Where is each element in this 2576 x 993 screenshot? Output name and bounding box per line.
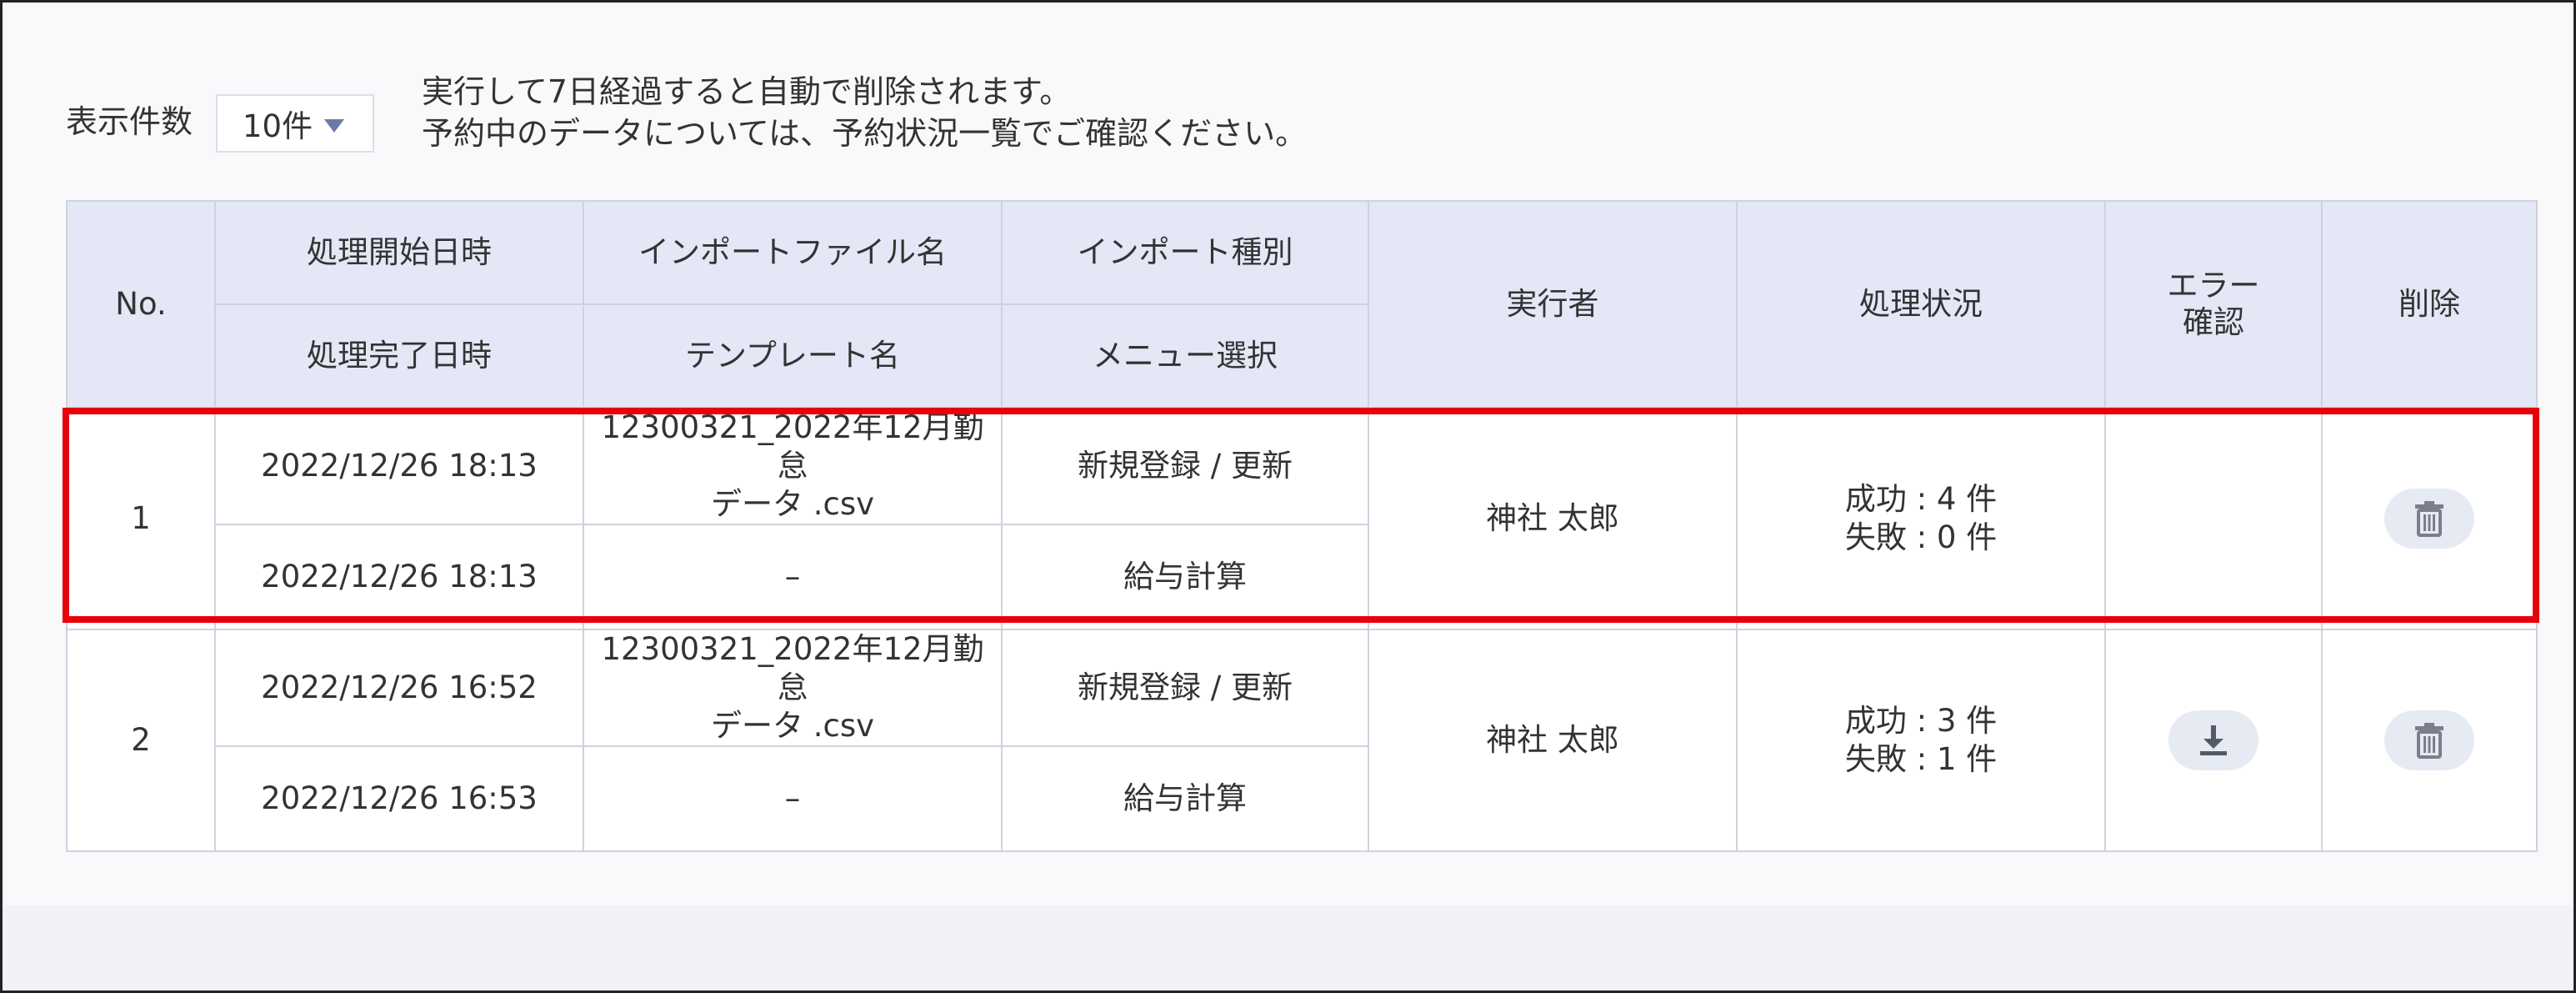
- caret-down-icon: [324, 106, 345, 142]
- info-note-1: 実行して7日経過すると自動で削除されます。: [422, 73, 1072, 110]
- download-icon: [2200, 725, 2227, 755]
- row-end-datetime: 2022/12/26 16:53: [214, 745, 584, 852]
- header-delete: 削除: [2321, 200, 2538, 409]
- header-no: No.: [66, 200, 216, 409]
- row-import-file-line1: 12300321_2022年12月勤怠: [601, 409, 984, 484]
- row-start-datetime: 2022/12/26 18:13: [214, 407, 584, 525]
- header-row-top: No. 処理開始日時 インポートファイル名 インポート種別 実行者 処理状況 エ…: [66, 200, 2538, 409]
- footer-band: [3, 905, 2573, 990]
- row-status: 成功 : 4 件 失敗 : 0 件: [1736, 407, 2106, 630]
- info-note-2: 予約中のデータについては、予約状況一覧でご確認ください。: [422, 115, 1308, 152]
- header-menu: メニュー選択: [1001, 303, 1369, 409]
- trash-icon: [2415, 501, 2443, 537]
- header-import-file: インポートファイル名: [583, 200, 1003, 305]
- header-error-check: エラー 確認: [2104, 200, 2323, 409]
- row-import-file-line1: 12300321_2022年12月勤怠: [601, 631, 984, 705]
- row-import-file: 12300321_2022年12月勤怠 データ .csv: [583, 629, 1003, 747]
- row-error-check: [2104, 629, 2323, 852]
- header-executor: 実行者: [1368, 200, 1738, 409]
- info-notes: 実行して7日経過すると自動で削除されます。 予約中のデータについては、予約状況一…: [422, 71, 1307, 154]
- row-menu: 給与計算: [1001, 745, 1369, 852]
- import-history-table: No. 処理開始日時 インポートファイル名 インポート種別 実行者 処理状況 エ…: [66, 200, 2538, 852]
- row-status-failure: 失敗 : 1 件: [1844, 741, 1998, 777]
- row-template: –: [583, 524, 1003, 630]
- row-template: –: [583, 745, 1003, 852]
- row-error-check: [2104, 407, 2323, 630]
- header-error-check-line1: エラー: [2167, 268, 2260, 303]
- header-error-check-line2: 確認: [2183, 304, 2244, 340]
- row-no: 2: [66, 629, 216, 852]
- header-start-datetime: 処理開始日時: [214, 200, 584, 305]
- row-delete-cell: [2321, 407, 2538, 630]
- row-executor: 神社 太郎: [1368, 407, 1738, 630]
- row-import-file-line2: データ .csv: [710, 708, 875, 744]
- display-count-label: 表示件数: [66, 103, 193, 140]
- display-count-value: 10件: [243, 108, 313, 144]
- row-import-file: 12300321_2022年12月勤怠 データ .csv: [583, 407, 1003, 525]
- table-row: 1 2022/12/26 18:13 12300321_2022年12月勤怠 デ…: [66, 407, 2538, 630]
- row-import-file-line2: データ .csv: [710, 486, 875, 522]
- header-end-datetime: 処理完了日時: [214, 303, 584, 409]
- trash-icon: [2415, 723, 2443, 759]
- row-import-type: 新規登録 / 更新: [1001, 407, 1369, 525]
- row-status-success: 成功 : 3 件: [1844, 703, 1998, 739]
- row-delete-cell: [2321, 629, 2538, 852]
- header-status: 処理状況: [1736, 200, 2106, 409]
- screenshot-frame: 表示件数 10件 実行して7日経過すると自動で削除されます。 予約中のデータにつ…: [0, 0, 2576, 993]
- row-executor: 神社 太郎: [1368, 629, 1738, 852]
- row-menu: 給与計算: [1001, 524, 1369, 630]
- error-download-button[interactable]: [2168, 710, 2258, 770]
- header-import-type: インポート種別: [1001, 200, 1369, 305]
- row-no: 1: [66, 407, 216, 630]
- row-start-datetime: 2022/12/26 16:52: [214, 629, 584, 747]
- row-end-datetime: 2022/12/26 18:13: [214, 524, 584, 630]
- delete-button[interactable]: [2384, 489, 2474, 549]
- header-template: テンプレート名: [583, 303, 1003, 409]
- display-count-select[interactable]: 10件: [216, 94, 374, 153]
- row-status: 成功 : 3 件 失敗 : 1 件: [1736, 629, 2106, 852]
- table-row: 2 2022/12/26 16:52 12300321_2022年12月勤怠 デ…: [66, 629, 2538, 852]
- delete-button[interactable]: [2384, 710, 2474, 770]
- row-import-type: 新規登録 / 更新: [1001, 629, 1369, 747]
- row-status-failure: 失敗 : 0 件: [1844, 519, 1998, 555]
- row-status-success: 成功 : 4 件: [1844, 481, 1998, 517]
